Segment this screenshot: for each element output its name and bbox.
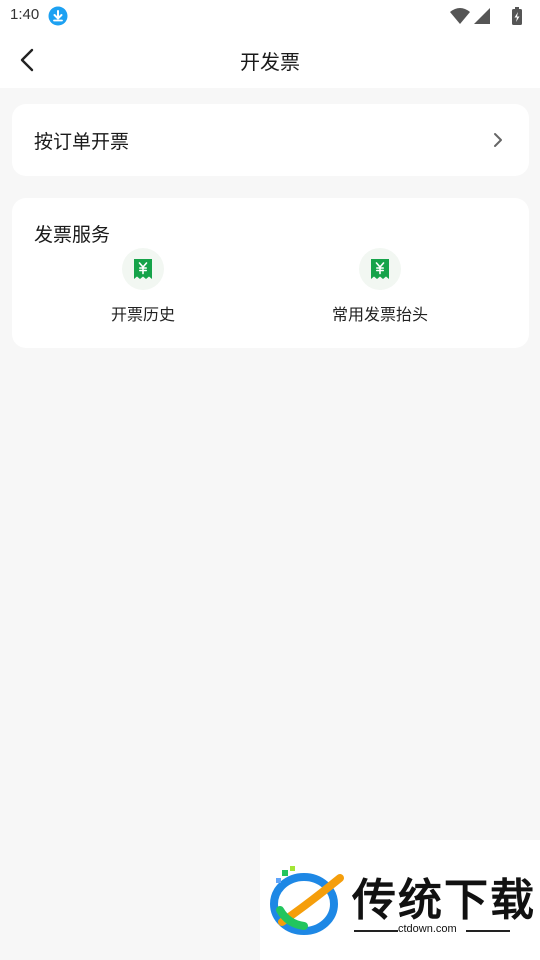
invoice-yuan-icon bbox=[122, 248, 164, 290]
common-invoice-title-label: 常用发票抬头 bbox=[331, 305, 428, 324]
common-invoice-title-button[interactable]: 常用发票抬头 bbox=[290, 248, 470, 328]
status-time: 1:40 bbox=[10, 6, 40, 23]
invoice-by-order-row[interactable]: 按订单开票 bbox=[12, 104, 529, 176]
watermark-brand: 传统下载 bbox=[352, 875, 536, 926]
status-bar: 1:40 bbox=[0, 0, 540, 32]
watermark: 传统下载 ctdown.com bbox=[260, 840, 540, 960]
invoice-history-label: 开票历史 bbox=[110, 305, 175, 324]
invoice-by-order-label: 按订单开票 bbox=[34, 131, 130, 153]
nav-bar: 开发票 bbox=[0, 32, 540, 88]
status-indicators bbox=[450, 6, 530, 26]
wifi-icon bbox=[450, 8, 470, 24]
section-title: 发票服务 bbox=[34, 224, 111, 246]
download-notification-icon bbox=[48, 6, 68, 26]
invoice-history-button[interactable]: 开票历史 bbox=[53, 248, 233, 328]
watermark-logo-icon bbox=[268, 864, 348, 940]
watermark-divider bbox=[354, 930, 398, 932]
invoice-services-card: 发票服务 开票历史 常用发票抬头 bbox=[12, 198, 529, 348]
invoice-yuan-icon bbox=[359, 248, 401, 290]
chevron-right-icon bbox=[491, 131, 505, 149]
watermark-divider bbox=[466, 930, 510, 932]
battery-charging-icon bbox=[512, 7, 522, 25]
signal-icon bbox=[474, 8, 490, 24]
page-title: 开发票 bbox=[240, 50, 300, 74]
watermark-url: ctdown.com bbox=[398, 923, 457, 935]
